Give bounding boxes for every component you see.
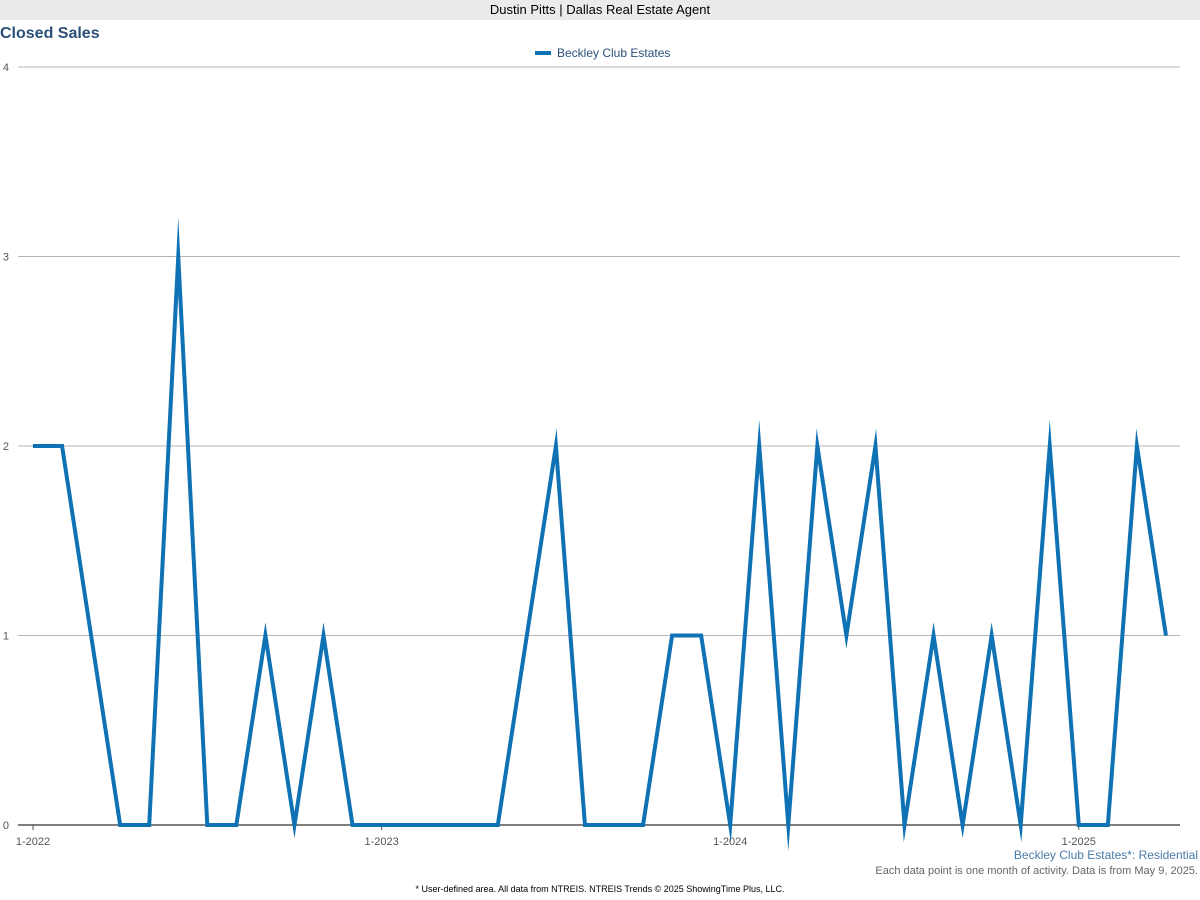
y-tick-label: 2 bbox=[3, 441, 9, 453]
x-tick-label: 1-2025 bbox=[1062, 836, 1096, 848]
data-point bbox=[874, 445, 876, 447]
x-tick-label: 1-2022 bbox=[16, 836, 50, 848]
data-point bbox=[700, 635, 702, 636]
data-point bbox=[177, 256, 179, 257]
data-point bbox=[555, 445, 557, 447]
series bbox=[32, 217, 1168, 852]
data-point bbox=[1136, 445, 1138, 447]
data-point bbox=[323, 635, 324, 636]
data-point bbox=[32, 445, 34, 447]
data-point bbox=[933, 635, 935, 636]
data-point bbox=[845, 635, 847, 636]
data-point bbox=[148, 824, 150, 826]
data-point bbox=[758, 445, 760, 447]
y-tick-label: 0 bbox=[3, 820, 9, 832]
source-note: * User-defined area. All data from NTREI… bbox=[415, 884, 785, 894]
data-point bbox=[642, 824, 644, 826]
data-point bbox=[206, 824, 208, 826]
data-point bbox=[962, 824, 964, 826]
data-point bbox=[991, 635, 993, 636]
data-point bbox=[293, 824, 295, 826]
data-point bbox=[235, 824, 237, 826]
activity-note: Each data point is one month of activity… bbox=[875, 865, 1198, 877]
data-point bbox=[497, 824, 499, 826]
data-point bbox=[787, 824, 789, 826]
x-tick-label: 1-2023 bbox=[364, 836, 398, 848]
data-point bbox=[90, 635, 92, 636]
data-point bbox=[410, 824, 412, 826]
data-point bbox=[1165, 635, 1167, 636]
data-point bbox=[61, 445, 63, 447]
data-point bbox=[119, 824, 121, 826]
data-point bbox=[468, 824, 470, 826]
axes: 012341-2022 1-2023 1-2024 1-2025 bbox=[3, 62, 1180, 848]
data-point bbox=[352, 824, 354, 826]
data-point bbox=[1078, 824, 1080, 826]
y-tick-label: 4 bbox=[3, 62, 9, 74]
data-point bbox=[671, 635, 673, 636]
series-line bbox=[33, 217, 1168, 852]
data-point bbox=[264, 635, 266, 636]
area-label: Beckley Club Estates*: Residential bbox=[1013, 848, 1198, 862]
y-tick-label: 3 bbox=[3, 252, 9, 264]
line-chart: 012341-2022 1-2023 1-2024 1-2025 bbox=[3, 62, 1180, 852]
data-point bbox=[1107, 824, 1109, 826]
data-point bbox=[729, 824, 731, 826]
data-point bbox=[1020, 824, 1022, 826]
data-point bbox=[904, 824, 905, 826]
data-point bbox=[439, 824, 441, 826]
data-point bbox=[381, 824, 383, 826]
y-tick-label: 1 bbox=[3, 631, 9, 643]
data-point bbox=[613, 824, 615, 826]
data-point bbox=[1049, 445, 1051, 447]
data-point bbox=[816, 445, 818, 447]
data-point bbox=[584, 824, 586, 826]
data-point bbox=[526, 635, 528, 636]
